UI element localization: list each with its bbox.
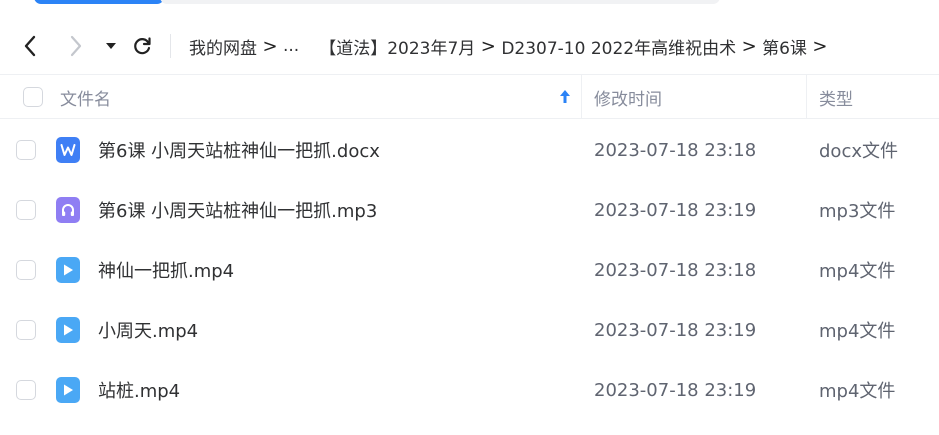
row-checkbox[interactable] bbox=[16, 260, 36, 280]
breadcrumb-item-collapsed[interactable]: ... bbox=[283, 36, 299, 56]
file-type: mp4文件 bbox=[819, 381, 896, 402]
row-checkbox[interactable] bbox=[16, 320, 36, 340]
file-name[interactable]: 站桩.mp4 bbox=[98, 360, 180, 420]
file-type: mp3文件 bbox=[819, 201, 896, 222]
sort-ascending-icon[interactable] bbox=[558, 87, 572, 107]
back-button[interactable] bbox=[16, 32, 44, 60]
file-type: mp4文件 bbox=[819, 321, 896, 342]
primary-action-button[interactable] bbox=[34, 0, 164, 4]
file-modified-date: 2023-07-18 23:18 bbox=[594, 259, 757, 281]
refresh-button[interactable] bbox=[128, 32, 156, 60]
audio-headphones-icon bbox=[56, 197, 80, 223]
breadcrumb-separator: > bbox=[741, 35, 757, 57]
breadcrumb-separator: > bbox=[480, 35, 496, 57]
file-type: mp4文件 bbox=[819, 261, 896, 282]
history-dropdown-button[interactable] bbox=[100, 34, 122, 58]
arrow-left-icon bbox=[24, 35, 36, 57]
row-checkbox[interactable] bbox=[16, 380, 36, 400]
refresh-icon bbox=[134, 37, 151, 55]
top-toolbar-remnant bbox=[0, 0, 939, 14]
column-divider[interactable] bbox=[581, 75, 582, 119]
word-doc-icon bbox=[56, 137, 80, 163]
column-header-name[interactable]: 文件名 bbox=[60, 75, 111, 119]
select-all-checkbox[interactable] bbox=[23, 87, 43, 107]
file-modified-date: 2023-07-18 23:19 bbox=[594, 379, 757, 401]
file-row[interactable]: 第6课 小周天站桩神仙一把抓.docx 2023-07-18 23:18 doc… bbox=[0, 120, 939, 180]
video-play-icon bbox=[56, 377, 80, 403]
breadcrumb-item-folder[interactable]: D2307-10 2022年高维祝由术 bbox=[501, 34, 736, 59]
video-play-icon bbox=[56, 317, 80, 343]
forward-button[interactable] bbox=[62, 32, 90, 60]
file-name[interactable]: 第6课 小周天站桩神仙一把抓.mp3 bbox=[98, 180, 377, 240]
file-row[interactable]: 第6课 小周天站桩神仙一把抓.mp3 2023-07-18 23:19 mp3文… bbox=[0, 180, 939, 240]
column-header-type[interactable]: 类型 bbox=[819, 75, 853, 119]
file-name[interactable]: 神仙一把抓.mp4 bbox=[98, 240, 234, 300]
file-modified-date: 2023-07-18 23:19 bbox=[594, 319, 757, 341]
file-name[interactable]: 第6课 小周天站桩神仙一把抓.docx bbox=[98, 120, 380, 180]
file-name[interactable]: 小周天.mp4 bbox=[98, 300, 198, 360]
column-divider[interactable] bbox=[806, 75, 807, 119]
file-row[interactable]: 小周天.mp4 2023-07-18 23:19 mp4文件 bbox=[0, 300, 939, 360]
breadcrumb-separator: > bbox=[262, 35, 278, 57]
nav-divider bbox=[170, 34, 171, 58]
file-row[interactable]: 神仙一把抓.mp4 2023-07-18 23:18 mp4文件 bbox=[0, 240, 939, 300]
breadcrumb-separator: > bbox=[812, 35, 828, 57]
column-header-modified[interactable]: 修改时间 bbox=[594, 75, 662, 119]
file-modified-date: 2023-07-18 23:18 bbox=[594, 139, 757, 161]
arrow-right-icon bbox=[70, 35, 82, 57]
file-modified-date: 2023-07-18 23:19 bbox=[594, 199, 757, 221]
row-checkbox[interactable] bbox=[16, 140, 36, 160]
file-list-header: 文件名 修改时间 类型 bbox=[0, 74, 939, 119]
breadcrumb: 我的网盘 > ... 【道法】2023年7月 > D2307-10 2022年高… bbox=[189, 32, 833, 60]
breadcrumb-item-root[interactable]: 我的网盘 bbox=[189, 34, 257, 59]
file-type: docx文件 bbox=[819, 141, 898, 162]
breadcrumb-item-current[interactable]: 第6课 bbox=[762, 34, 807, 59]
video-play-icon bbox=[56, 257, 80, 283]
caret-down-icon bbox=[106, 43, 116, 49]
search-bar[interactable] bbox=[160, 0, 720, 4]
file-row[interactable]: 站桩.mp4 2023-07-18 23:19 mp4文件 bbox=[0, 360, 939, 420]
breadcrumb-item-folder[interactable]: 【道法】2023年7月 bbox=[319, 34, 475, 59]
row-checkbox[interactable] bbox=[16, 200, 36, 220]
navigation-bar: 我的网盘 > ... 【道法】2023年7月 > D2307-10 2022年高… bbox=[0, 22, 939, 68]
